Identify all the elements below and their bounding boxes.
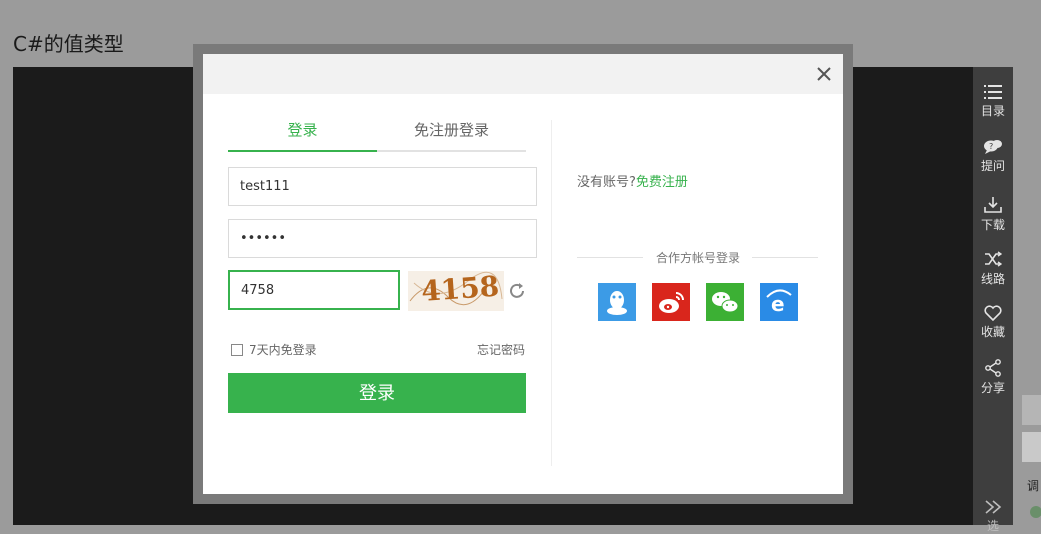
question-bubble-icon: ? — [984, 140, 1002, 154]
sidebar-item-label: 分享 — [980, 381, 1005, 395]
login-dialog: 登录 免注册登录 4158 7天内免登录 忘记密码 登录 没有账号?免费注册 合… — [203, 54, 843, 494]
sidebar-item-label: 收藏 — [980, 325, 1005, 339]
right-edge-panel — [1013, 0, 1041, 525]
sidebar: 目录 ? 提问 下载 线路 收藏 分享 选 — [973, 67, 1013, 533]
sidebar-item-favorite[interactable]: 收藏 — [973, 305, 1013, 340]
sidebar-item-share[interactable]: 分享 — [973, 359, 1013, 396]
login-button[interactable]: 登录 — [228, 373, 526, 413]
register-link[interactable]: 免费注册 — [636, 175, 688, 190]
download-icon — [984, 197, 1002, 213]
sidebar-item-label: 线路 — [980, 272, 1005, 286]
forgot-password-link[interactable]: 忘记密码 — [477, 341, 525, 358]
sidebar-item-route[interactable]: 线路 — [973, 250, 1013, 287]
next-icon — [985, 500, 1002, 514]
tab-login[interactable]: 登录 — [228, 120, 377, 152]
close-icon[interactable] — [816, 66, 832, 82]
divider-line — [577, 257, 643, 258]
sidebar-item-download[interactable]: 下载 — [973, 196, 1013, 233]
sidebar-item-label: 目录 — [980, 104, 1005, 118]
no-account-text: 没有账号?免费注册 — [577, 171, 688, 190]
captcha-input[interactable] — [228, 270, 400, 310]
list-icon — [984, 85, 1002, 99]
sidebar-item-label: 提问 — [980, 159, 1005, 173]
sidebar-item-label: 下载 — [980, 218, 1005, 232]
sidebar-item-toc[interactable]: 目录 — [973, 84, 1013, 119]
remember-label: 7天内免登录 — [249, 343, 317, 357]
divider-line — [752, 257, 818, 258]
username-input[interactable] — [228, 167, 537, 206]
share-icon — [985, 359, 1001, 377]
divider — [551, 120, 552, 466]
remember-me[interactable]: 7天内免登录 — [231, 341, 317, 358]
refresh-icon[interactable] — [508, 282, 526, 300]
password-input[interactable] — [228, 219, 537, 258]
sidebar-item-question[interactable]: ? 提问 — [973, 139, 1013, 174]
wechat-icon[interactable] — [706, 283, 744, 321]
svg-text:?: ? — [989, 142, 993, 151]
sidebar-item-next[interactable]: 选 — [973, 499, 1013, 534]
page-title: C#的值类型 — [13, 32, 124, 56]
dialog-header — [203, 54, 843, 94]
svg-text:e: e — [771, 292, 785, 316]
captcha-image[interactable]: 4158 — [408, 271, 504, 311]
qq-icon[interactable] — [598, 283, 636, 321]
partner-title-text: 合作方帐号登录 — [656, 251, 741, 265]
edge-circle-icon[interactable] — [1030, 506, 1041, 518]
edge-partial-text: 调 — [1027, 479, 1040, 493]
sidebar-item-label: 选 — [986, 519, 999, 533]
captcha-text: 4158 — [420, 271, 500, 308]
edge-button[interactable] — [1022, 432, 1041, 462]
shuffle-icon — [985, 251, 1002, 267]
partner-login-title: 合作方帐号登录 — [577, 249, 818, 265]
no-account-label: 没有账号? — [577, 175, 636, 190]
remember-checkbox[interactable] — [231, 343, 243, 356]
edge-button[interactable] — [1022, 395, 1041, 425]
tab-no-register-login[interactable]: 免注册登录 — [377, 120, 526, 152]
ie-icon[interactable]: e — [760, 283, 798, 321]
heart-icon — [984, 305, 1002, 321]
weibo-icon[interactable] — [652, 283, 690, 321]
